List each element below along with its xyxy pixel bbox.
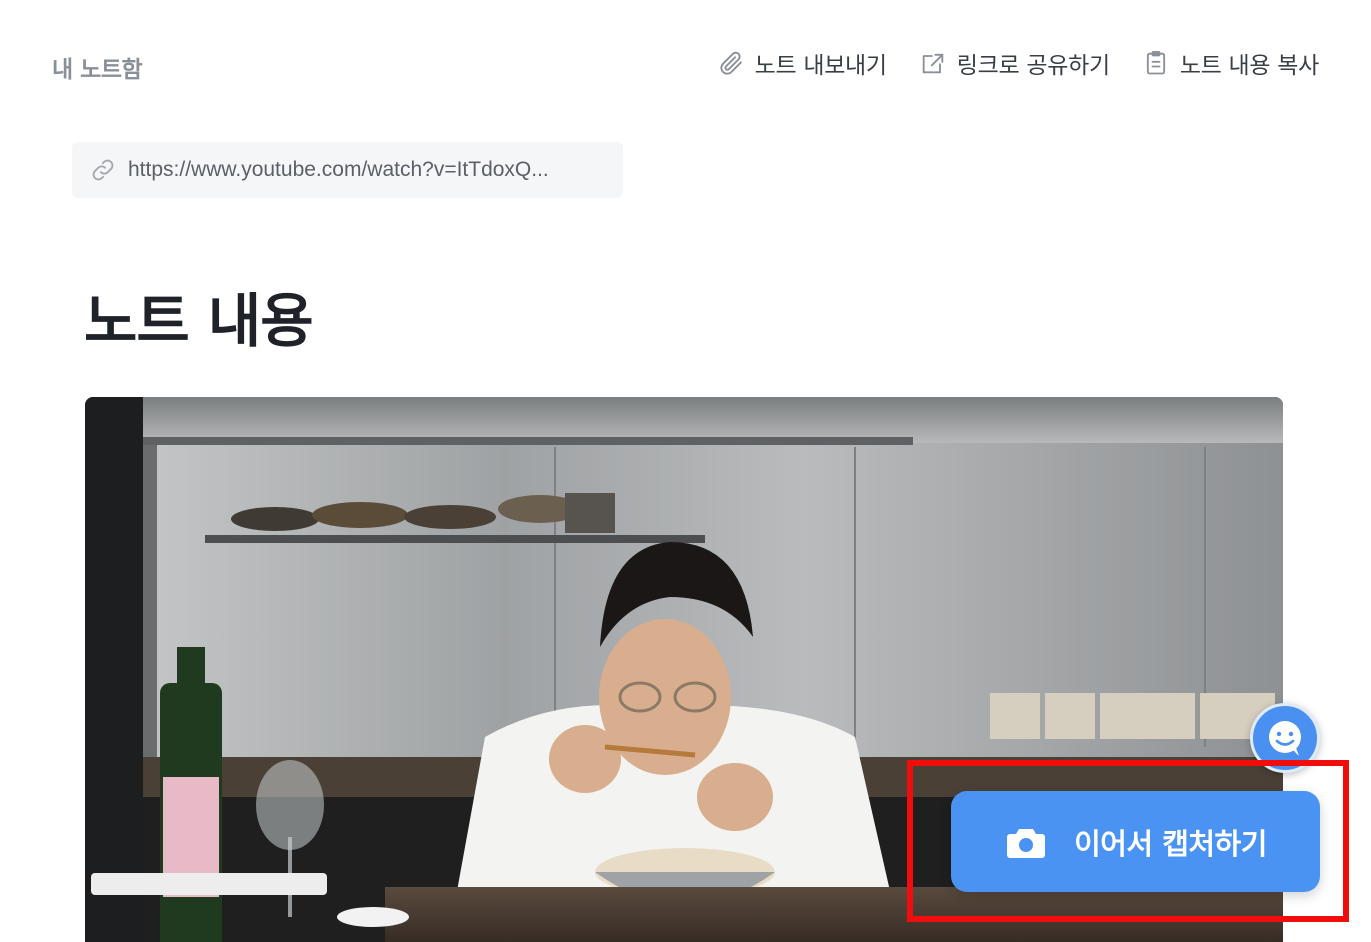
source-url-text: https://www.youtube.com/watch?v=ItTdoxQ.… [128, 158, 549, 181]
source-url-chip[interactable]: https://www.youtube.com/watch?v=ItTdoxQ.… [72, 142, 623, 198]
share-link-button[interactable]: 링크로 공유하기 [919, 46, 1110, 80]
copy-note-label: 노트 내용 복사 [1179, 53, 1319, 79]
share-link-label: 링크로 공유하기 [956, 53, 1110, 79]
camera-icon [1004, 820, 1048, 864]
continue-capture-label: 이어서 캡처하기 [1074, 826, 1267, 861]
note-page: 내 노트함 노트 내보내기 링크로 공유하기 노트 내용 복사 https://… [0, 0, 1371, 942]
breadcrumb[interactable]: 내 노트함 [52, 50, 143, 84]
page-title: 노트 내용 [84, 287, 314, 355]
note-toolbar: 노트 내보내기 링크로 공유하기 노트 내용 복사 [717, 46, 1319, 80]
link-icon [90, 157, 116, 183]
clipboard-icon [1142, 49, 1170, 77]
export-note-label: 노트 내보내기 [754, 53, 887, 79]
smiley-chat-icon [1269, 721, 1301, 756]
share-icon [919, 49, 947, 77]
export-note-button[interactable]: 노트 내보내기 [717, 46, 887, 80]
continue-capture-button[interactable]: 이어서 캡처하기 [951, 791, 1320, 892]
copy-note-button[interactable]: 노트 내용 복사 [1142, 46, 1319, 80]
paperclip-icon [717, 49, 745, 77]
